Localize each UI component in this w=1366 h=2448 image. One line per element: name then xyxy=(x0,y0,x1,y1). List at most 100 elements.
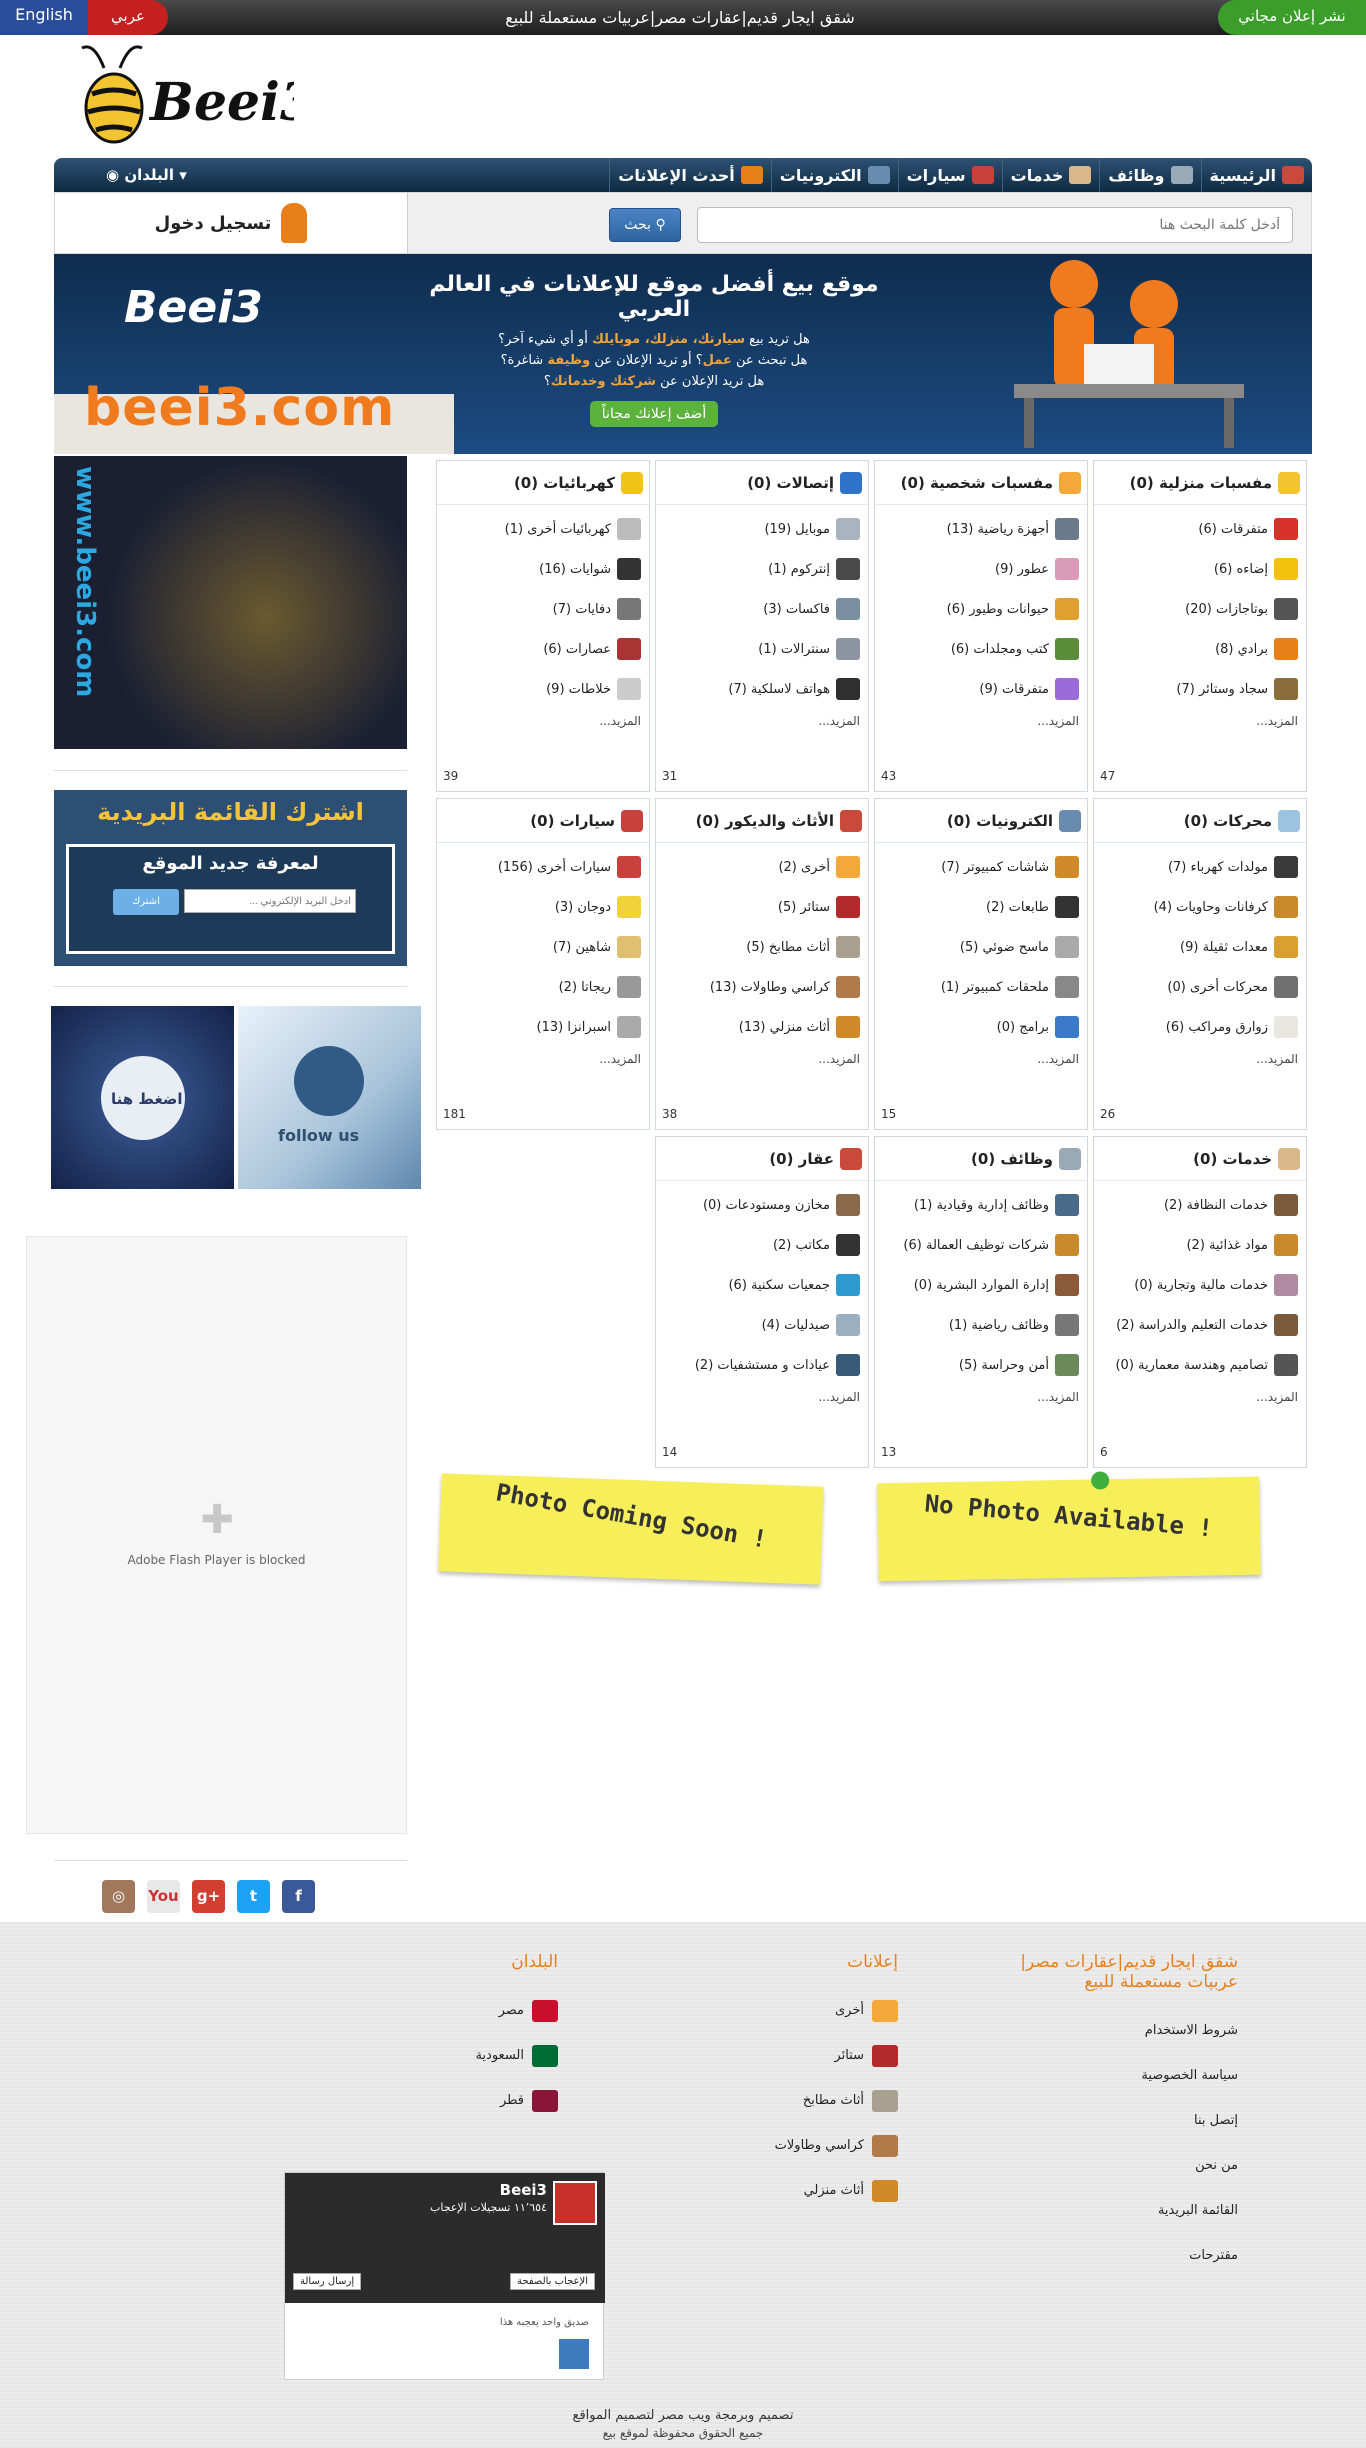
subcategory-item[interactable]: عطور (9) xyxy=(883,549,1079,589)
subcategory-item[interactable]: دفايات (7) xyxy=(445,589,641,629)
site-logo[interactable]: Beei3 xyxy=(74,38,316,150)
facebook-like-button[interactable]: الإعجاب بالصفحة xyxy=(510,2273,595,2290)
twitter-click-banner[interactable]: اضغط هنا xyxy=(51,1006,234,1189)
subcategory-item[interactable]: شاهين (7) xyxy=(445,927,641,967)
category-title-link[interactable]: الكترونيات (0) xyxy=(875,799,1087,843)
subcategory-item[interactable]: ستائر (5) xyxy=(664,887,860,927)
nav-item-2[interactable]: خدمات xyxy=(1001,158,1100,192)
subcategory-item[interactable]: مكاتب (2) xyxy=(664,1225,860,1265)
subcategory-item[interactable]: سجاد وستائر (7) xyxy=(1102,669,1298,709)
nav-item-5[interactable]: أحدث الإعلانات xyxy=(609,158,770,192)
category-title-link[interactable]: عقار (0) xyxy=(656,1137,868,1181)
subcategory-item[interactable]: ماسح ضوئي (5) xyxy=(883,927,1079,967)
subcategory-item[interactable]: عصارات (6) xyxy=(445,629,641,669)
category-title-link[interactable]: كهربائيات (0) xyxy=(437,461,649,505)
more-link[interactable]: المزيد... xyxy=(1248,1050,1306,1068)
subcategory-item[interactable]: ملحقات كمبيوتر (1) xyxy=(883,967,1079,1007)
footer-credit-design[interactable]: تصميم وبرمجة ويب مصر لتصميم المواقع xyxy=(0,2408,1366,2423)
search-button[interactable]: بحث ⚲ xyxy=(609,208,681,242)
subcategory-item[interactable]: شوايات (16) xyxy=(445,549,641,589)
footer-site-title[interactable]: شقق ايجار قديم|عقارات مصر|عربيات مستعملة… xyxy=(1008,1952,1238,1992)
more-link[interactable]: المزيد... xyxy=(1248,712,1306,730)
subcategory-item[interactable]: اسبرانزا (13) xyxy=(445,1007,641,1047)
subcategory-item[interactable]: كراسي وطاولات (13) xyxy=(664,967,860,1007)
subcategory-item[interactable]: مخازن ومستودعات (0) xyxy=(664,1185,860,1225)
subcategory-item[interactable]: وظائف رياضية (1) xyxy=(883,1305,1079,1345)
subcategory-item[interactable]: عيادات و مستشفيات (2) xyxy=(664,1345,860,1385)
more-link[interactable]: المزيد... xyxy=(591,1050,649,1068)
facebook-page-name[interactable]: Beei3 xyxy=(500,2181,547,2199)
more-link[interactable]: المزيد... xyxy=(1248,1388,1306,1406)
subcategory-item[interactable]: محركات أخرى (0) xyxy=(1102,967,1298,1007)
more-link[interactable]: المزيد... xyxy=(810,1388,868,1406)
footer-link[interactable]: القائمة البريدية xyxy=(1008,2188,1238,2233)
subcategory-item[interactable]: حيوانات وطيور (6) xyxy=(883,589,1079,629)
subcategory-item[interactable]: جمعيات سكنية (6) xyxy=(664,1265,860,1305)
facebook-icon[interactable]: f xyxy=(282,1880,315,1913)
subcategory-item[interactable]: أجهزة رياضية (13) xyxy=(883,509,1079,549)
footer-link[interactable]: سياسة الخصوصية xyxy=(1008,2053,1238,2098)
googleplus-icon[interactable]: g+ xyxy=(192,1880,225,1913)
subcategory-item[interactable]: فاكسات (3) xyxy=(664,589,860,629)
category-title-link[interactable]: مفسبات منزلية (0) xyxy=(1094,461,1306,505)
subcategory-item[interactable]: وظائف إدارية وقيادية (1) xyxy=(883,1185,1079,1225)
friend-avatar[interactable] xyxy=(559,2339,589,2369)
subcategory-item[interactable]: إنتركوم (1) xyxy=(664,549,860,589)
subcategory-item[interactable]: صيدليات (4) xyxy=(664,1305,860,1345)
subcategory-item[interactable]: أخرى (2) xyxy=(664,847,860,887)
footer-ad-category[interactable]: كراسي وطاولات xyxy=(698,2123,898,2168)
subcategory-item[interactable]: كرفانات وحاويات (4) xyxy=(1102,887,1298,927)
subcategory-item[interactable]: برامج (0) xyxy=(883,1007,1079,1047)
footer-link[interactable]: شروط الاستخدام xyxy=(1008,2008,1238,2053)
footer-country[interactable]: مصر xyxy=(358,1988,558,2033)
subcategory-item[interactable]: دوجان (3) xyxy=(445,887,641,927)
subcategory-item[interactable]: أثاث منزلي (13) xyxy=(664,1007,860,1047)
sidebar-ad-city[interactable]: www.beei3.com xyxy=(54,456,407,749)
more-link[interactable]: المزيد... xyxy=(591,712,649,730)
newsletter-email-input[interactable] xyxy=(184,889,356,913)
subcategory-item[interactable]: موبايل (19) xyxy=(664,509,860,549)
category-title-link[interactable]: الأثاث والديكور (0) xyxy=(656,799,868,843)
footer-link[interactable]: إتصل بنا xyxy=(1008,2098,1238,2143)
subcategory-item[interactable]: خدمات التعليم والدراسة (2) xyxy=(1102,1305,1298,1345)
subcategory-item[interactable]: طابعات (2) xyxy=(883,887,1079,927)
nav-item-1[interactable]: وظائف xyxy=(1099,158,1200,192)
footer-country[interactable]: قطر xyxy=(358,2078,558,2123)
subcategory-item[interactable]: شركات توظيف العمالة (6) xyxy=(883,1225,1079,1265)
subcategory-item[interactable]: تصاميم وهندسة معمارية (0) xyxy=(1102,1345,1298,1385)
subcategory-item[interactable]: متفرقات (6) xyxy=(1102,509,1298,549)
facebook-message-button[interactable]: إرسال رسالة xyxy=(293,2273,362,2290)
post-free-ad-button[interactable]: نشر إعلان مجاني xyxy=(1218,0,1366,35)
more-link[interactable]: المزيد... xyxy=(1029,1050,1087,1068)
newsletter-subscribe-button[interactable]: اشترك xyxy=(113,889,179,915)
subcategory-item[interactable]: مواد غذائية (2) xyxy=(1102,1225,1298,1265)
footer-link[interactable]: مقترحات xyxy=(1008,2233,1238,2278)
subcategory-item[interactable]: خلاطات (9) xyxy=(445,669,641,709)
footer-link[interactable]: من نحن xyxy=(1008,2143,1238,2188)
subcategory-item[interactable]: شاشات كمبيوتر (7) xyxy=(883,847,1079,887)
countries-dropdown[interactable]: ▾ البلدان ◉ xyxy=(106,158,187,192)
footer-ad-category[interactable]: ستائر xyxy=(698,2033,898,2078)
footer-country[interactable]: السعودية xyxy=(358,2033,558,2078)
subcategory-item[interactable]: كهربائيات أخرى (1) xyxy=(445,509,641,549)
subcategory-item[interactable]: إضاءه (6) xyxy=(1102,549,1298,589)
twitter-icon[interactable]: t xyxy=(237,1880,270,1913)
subcategory-item[interactable]: أمن وحراسة (5) xyxy=(883,1345,1079,1385)
subcategory-item[interactable]: كتب ومجلدات (6) xyxy=(883,629,1079,669)
category-title-link[interactable]: إتصالات (0) xyxy=(656,461,868,505)
youtube-icon[interactable]: You xyxy=(147,1880,180,1913)
subcategory-item[interactable]: برادي (8) xyxy=(1102,629,1298,669)
subcategory-item[interactable]: إدارة الموارد البشرية (0) xyxy=(883,1265,1079,1305)
subcategory-item[interactable]: معدات ثقيلة (9) xyxy=(1102,927,1298,967)
subcategory-item[interactable]: سنترالات (1) xyxy=(664,629,860,669)
instagram-icon[interactable]: ◎ xyxy=(102,1880,135,1913)
subcategory-item[interactable]: زوارق ومراكب (6) xyxy=(1102,1007,1298,1047)
nav-item-4[interactable]: الكترونيات xyxy=(770,158,898,192)
footer-ad-category[interactable]: أثاث مطابخ xyxy=(698,2078,898,2123)
add-ad-free-button[interactable]: أضف إعلانك مجاناً xyxy=(589,401,719,427)
more-link[interactable]: المزيد... xyxy=(810,712,868,730)
more-link[interactable]: المزيد... xyxy=(810,1050,868,1068)
flash-placeholder[interactable]: ✚ Adobe Flash Player is blocked xyxy=(26,1236,407,1834)
footer-ad-category[interactable]: أخرى xyxy=(698,1988,898,2033)
category-title-link[interactable]: وظائف (0) xyxy=(875,1137,1087,1181)
